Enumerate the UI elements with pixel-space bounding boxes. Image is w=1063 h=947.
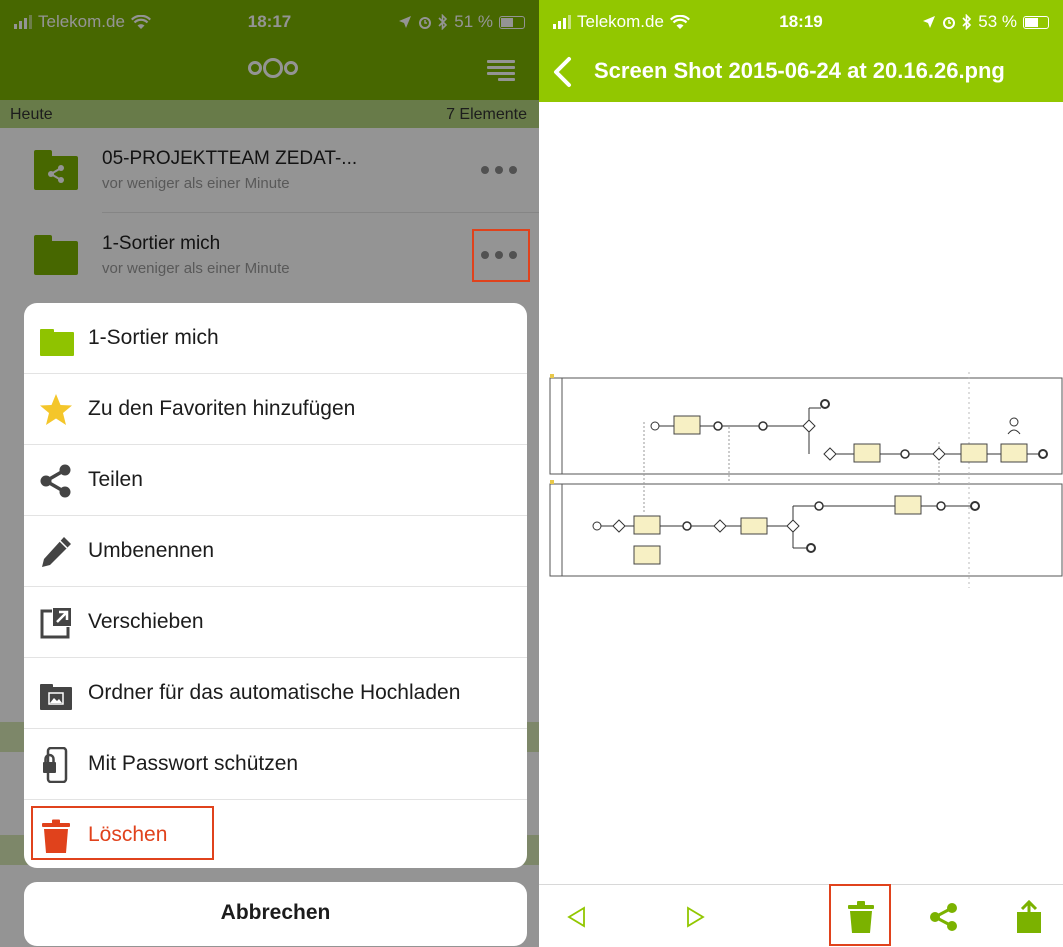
- action-sheet: 1-Sortier mich Zu den Favoriten hinzufüg…: [24, 303, 527, 868]
- phone-lock-icon: [38, 746, 74, 784]
- bluetooth-icon: [962, 14, 972, 30]
- action-label: Umbenennen: [88, 539, 215, 562]
- cancel-label: Abbrechen: [220, 901, 331, 924]
- export-icon[interactable]: [999, 885, 1059, 947]
- previous-icon[interactable]: [547, 885, 607, 947]
- nav-bar: Telekom.de 18:19 53 % Screen Shot 2015-0…: [539, 0, 1063, 102]
- cancel-button[interactable]: Abbrechen: [24, 882, 527, 946]
- bottom-toolbar: [539, 884, 1063, 947]
- star-icon: [38, 392, 74, 428]
- back-chevron-icon[interactable]: [551, 56, 575, 88]
- action-sheet-header: 1-Sortier mich: [24, 303, 527, 374]
- action-label: Teilen: [88, 468, 143, 491]
- battery-label: 53 %: [978, 12, 1017, 31]
- pencil-icon: [38, 534, 74, 570]
- delete-label: Löschen: [88, 823, 168, 846]
- next-icon[interactable]: [665, 885, 725, 947]
- alarm-icon: [943, 17, 956, 29]
- status-bar: Telekom.de 18:19 53 %: [539, 0, 1063, 44]
- action-label: Verschieben: [88, 610, 204, 633]
- share-icon[interactable]: [914, 885, 974, 947]
- action-move[interactable]: Verschieben: [24, 587, 527, 658]
- action-add-favorite[interactable]: Zu den Favoriten hinzufügen: [24, 374, 527, 445]
- move-icon: [38, 605, 74, 641]
- action-label: Zu den Favoriten hinzufügen: [88, 397, 356, 420]
- action-label: Mit Passwort schützen: [88, 752, 299, 775]
- trash-icon: [38, 818, 74, 854]
- share-icon: [38, 463, 74, 499]
- left-screen: Telekom.de 18:17 51 % Heute 7 Elemente 0…: [0, 0, 539, 947]
- battery-icon: [1023, 15, 1049, 29]
- action-label: Ordner für das automatische Hochladen: [88, 681, 461, 704]
- trash-icon[interactable]: [831, 885, 891, 947]
- action-share[interactable]: Teilen: [24, 445, 527, 516]
- action-auto-upload-folder[interactable]: Ordner für das automatische Hochladen: [24, 658, 527, 729]
- action-password-protect[interactable]: Mit Passwort schützen: [24, 729, 527, 800]
- file-title: Screen Shot 2015-06-24 at 20.16.26.png: [594, 58, 1005, 83]
- right-screen: Telekom.de 18:19 53 % Screen Shot 2015-0…: [539, 0, 1063, 947]
- action-rename[interactable]: Umbenennen: [24, 516, 527, 587]
- action-delete[interactable]: Löschen: [24, 800, 527, 868]
- location-icon: [923, 16, 936, 28]
- image-preview[interactable]: [549, 372, 1063, 588]
- action-sheet-title: 1-Sortier mich: [88, 326, 219, 349]
- folder-icon: [38, 321, 74, 357]
- photo-folder-icon: [38, 676, 74, 712]
